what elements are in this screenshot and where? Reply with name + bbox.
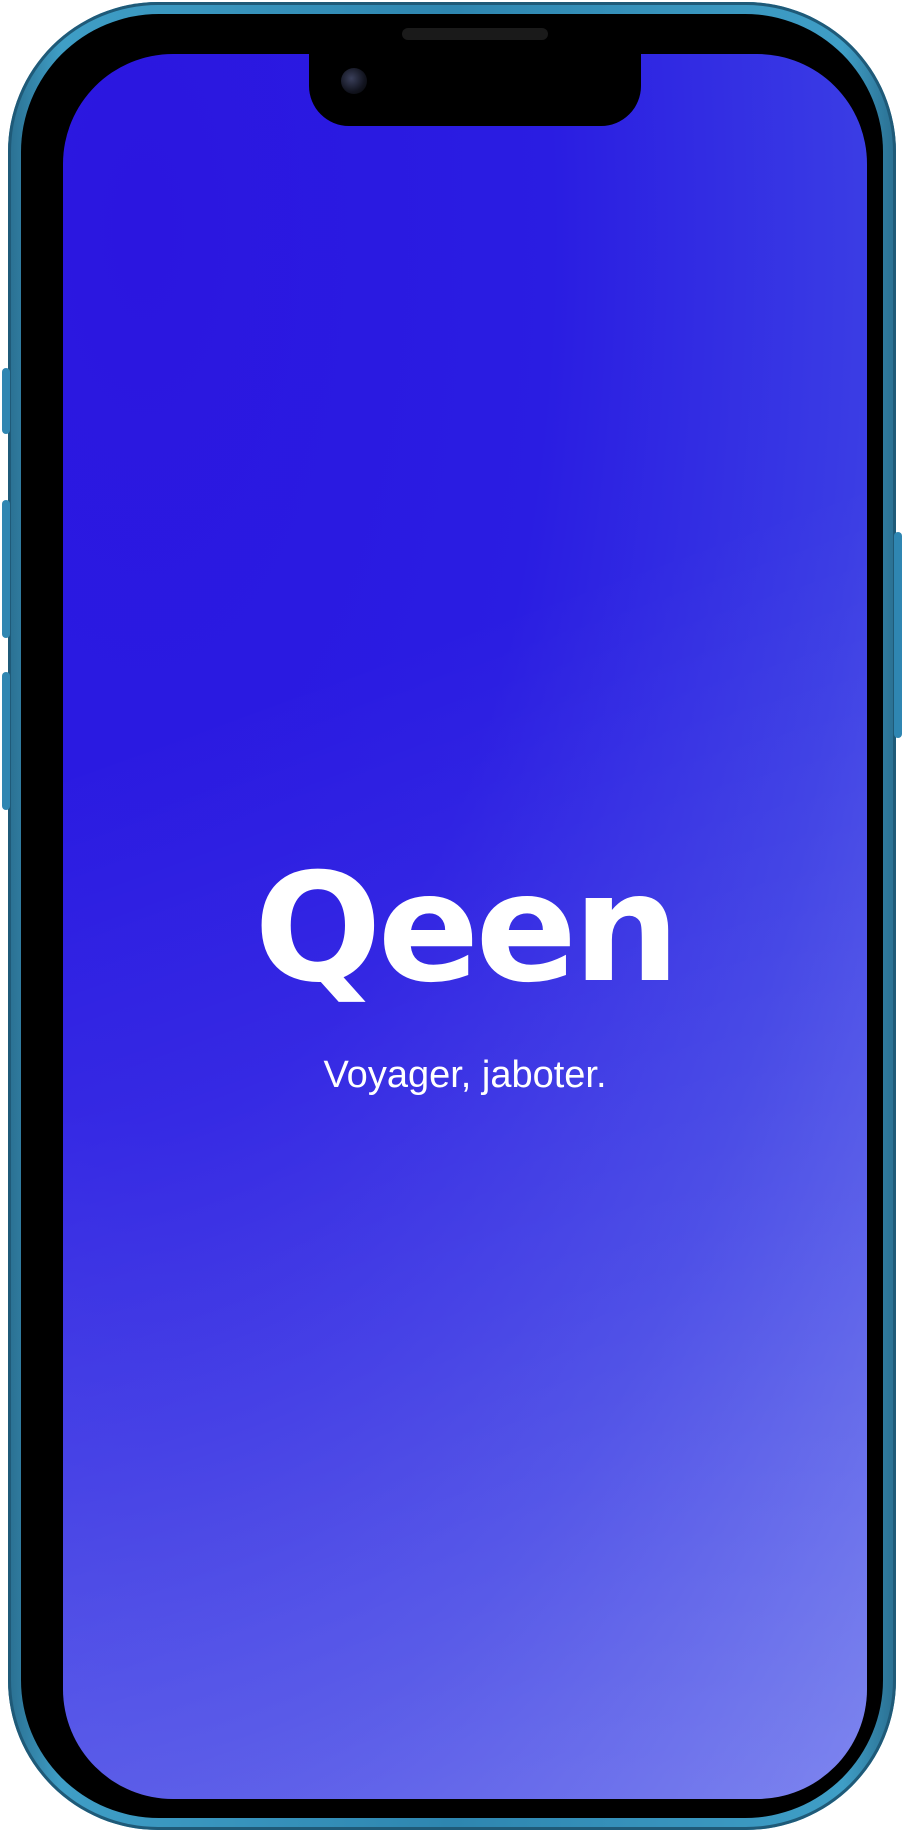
mute-switch bbox=[2, 368, 10, 434]
front-camera-icon bbox=[341, 68, 367, 94]
logo-container: Qeen bbox=[63, 854, 867, 1004]
volume-up-button bbox=[2, 500, 10, 638]
phone-bezel: Qeen Voyager, jaboter. bbox=[21, 14, 883, 1818]
volume-down-button bbox=[2, 672, 10, 810]
phone-frame: Qeen Voyager, jaboter. bbox=[2, 2, 902, 1830]
speaker-grille-icon bbox=[402, 28, 548, 40]
splash-screen: Qeen Voyager, jaboter. bbox=[63, 54, 867, 1799]
app-tagline: Voyager, jaboter. bbox=[323, 1054, 607, 1096]
power-button bbox=[894, 532, 902, 738]
app-logo: Qeen bbox=[254, 842, 680, 1016]
